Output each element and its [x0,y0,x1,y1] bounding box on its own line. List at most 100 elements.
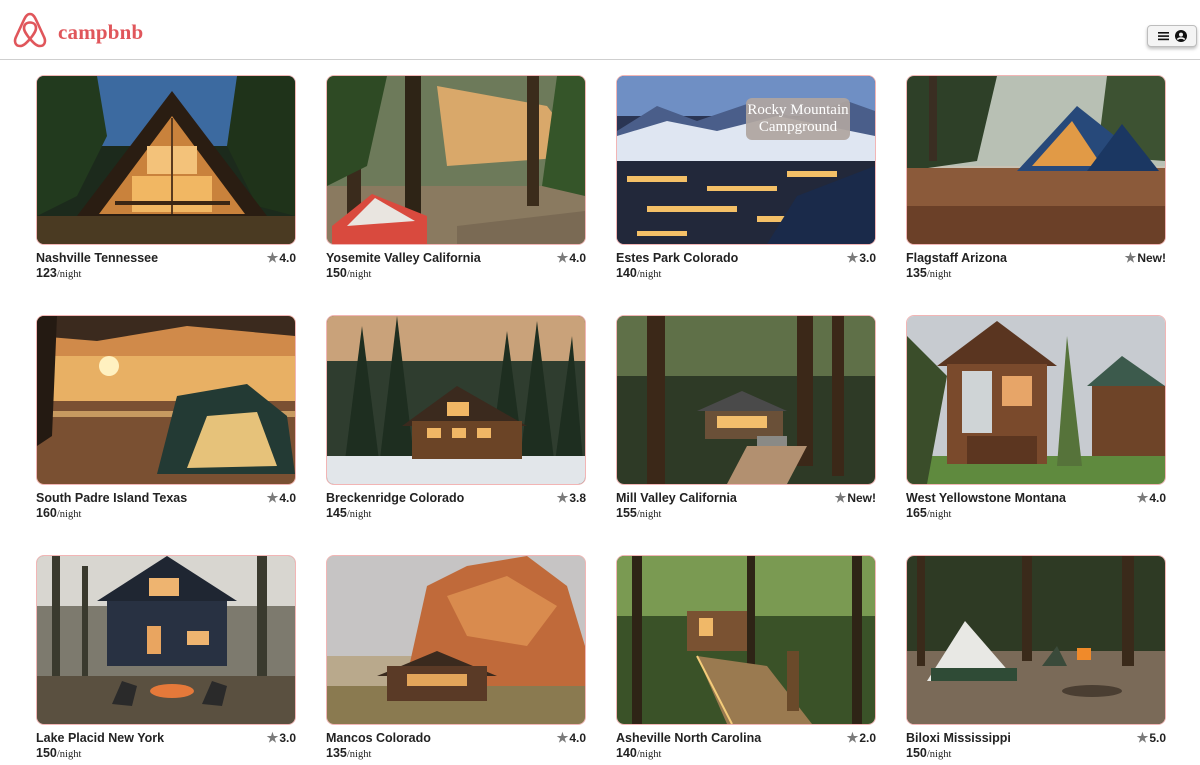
listing-card[interactable]: Nashville Tennessee ★ 4.0 123/night [36,75,296,285]
star-icon: ★ [834,490,847,505]
listing-photo[interactable] [906,315,1166,485]
price-value: 150 [36,746,57,760]
star-icon: ★ [846,730,859,745]
price-value: 155 [616,506,637,520]
user-menu-button[interactable] [1147,25,1197,47]
listing-price: 160/night [36,506,81,520]
listing-title: Mancos Colorado [326,731,431,745]
listing-photo[interactable] [36,555,296,725]
listing-rating: ★ 4.0 [557,731,586,745]
rating-value: 4.0 [279,491,296,505]
price-value: 145 [326,506,347,520]
price-unit: /night [346,509,372,520]
listing-rating: ★ New! [835,491,876,505]
price-value: 140 [616,746,637,760]
listing-card[interactable]: West Yellowstone Montana ★ 4.0 165/night [906,315,1166,525]
listing-card[interactable]: Lake Placid New York ★ 3.0 150/night [36,555,296,765]
star-icon: ★ [266,730,279,745]
price-unit: /night [56,269,82,280]
star-icon: ★ [846,250,859,265]
listing-price: 150/night [326,266,371,280]
user-icon [1174,30,1187,42]
hamburger-icon [1157,31,1169,41]
price-unit: /night [636,749,662,760]
star-icon: ★ [1136,490,1149,505]
rating-value: 4.0 [569,731,586,745]
listing-photo[interactable] [906,75,1166,245]
price-value: 150 [326,266,347,280]
listing-price: 155/night [616,506,661,520]
star-icon: ★ [1124,250,1137,265]
listing-photo[interactable] [36,75,296,245]
price-value: 135 [906,266,927,280]
listing-price: 123/night [36,266,81,280]
listing-rating: ★ 5.0 [1137,731,1166,745]
listing-card[interactable]: Rocky Mountain Campground Estes Park Col… [616,75,876,285]
price-value: 165 [906,506,927,520]
brand-name: campbnb [58,20,144,44]
rating-value: 5.0 [1149,731,1166,745]
price-unit: /night [56,749,82,760]
listing-rating: ★ 3.0 [847,251,876,265]
star-icon: ★ [266,250,279,265]
rating-value: 3.8 [569,491,586,505]
price-unit: /night [346,749,372,760]
listing-title: Mill Valley California [616,491,737,505]
rating-value: 2.0 [859,731,876,745]
listing-rating: ★ 2.0 [847,731,876,745]
listing-card[interactable]: Mill Valley California ★ New! 155/night [616,315,876,525]
listing-card[interactable]: Mancos Colorado ★ 4.0 135/night [326,555,586,765]
listing-title: Yosemite Valley California [326,251,481,265]
listing-photo[interactable] [616,555,876,725]
listing-price: 150/night [906,746,951,760]
listing-rating: ★ 3.8 [557,491,586,505]
listing-photo[interactable] [326,315,586,485]
listing-photo[interactable] [906,555,1166,725]
price-unit: /night [636,269,662,280]
listing-card[interactable]: Flagstaff Arizona ★ New! 135/night [906,75,1166,285]
listing-card[interactable]: Breckenridge Colorado ★ 3.8 145/night [326,315,586,525]
star-icon: ★ [1136,730,1149,745]
price-unit: /night [346,269,372,280]
rating-value: 4.0 [569,251,586,265]
listing-title: West Yellowstone Montana [906,491,1066,505]
price-value: 135 [326,746,347,760]
star-icon: ★ [556,250,569,265]
top-navbar: campbnb [0,0,1200,60]
listing-rating: ★ 4.0 [267,491,296,505]
rating-value: 3.0 [859,251,876,265]
listing-photo[interactable] [326,555,586,725]
rating-value: New! [847,491,876,505]
listing-price: 145/night [326,506,371,520]
listing-title: Lake Placid New York [36,731,165,745]
listing-photo[interactable] [36,315,296,485]
listing-photo[interactable] [616,315,876,485]
listing-card[interactable]: Biloxi Mississippi ★ 5.0 150/night [906,555,1166,765]
listing-card[interactable]: Yosemite Valley California ★ 4.0 150/nigh… [326,75,586,285]
airbnb-logo-icon [12,11,48,54]
listing-photo[interactable]: Rocky Mountain Campground [616,75,876,245]
rating-value: 4.0 [1149,491,1166,505]
listing-card[interactable]: South Padre Island Texas ★ 4.0 160/night [36,315,296,525]
rating-value: 4.0 [279,251,296,265]
location-badge: Rocky Mountain Campground [746,98,850,140]
rating-value: 3.0 [279,731,296,745]
listing-title: Flagstaff Arizona [906,251,1007,265]
listing-title: Breckenridge Colorado [326,491,465,505]
listing-rating: ★ New! [1125,251,1166,265]
star-icon: ★ [266,490,279,505]
listing-title: South Padre Island Texas [36,491,188,505]
listing-rating: ★ 4.0 [557,251,586,265]
listing-title: Estes Park Colorado [616,251,739,265]
price-value: 123 [36,266,57,280]
listing-price: 165/night [906,506,951,520]
listing-photo[interactable] [326,75,586,245]
listing-rating: ★ 3.0 [267,731,296,745]
listing-title: Biloxi Mississippi [906,731,1011,745]
rating-value: New! [1137,251,1166,265]
star-icon: ★ [556,730,569,745]
listing-title: Nashville Tennessee [36,251,159,265]
listing-card[interactable]: Asheville North Carolina ★ 2.0 140/night [616,555,876,765]
price-value: 140 [616,266,637,280]
brand-logo[interactable]: campbnb [12,11,143,54]
